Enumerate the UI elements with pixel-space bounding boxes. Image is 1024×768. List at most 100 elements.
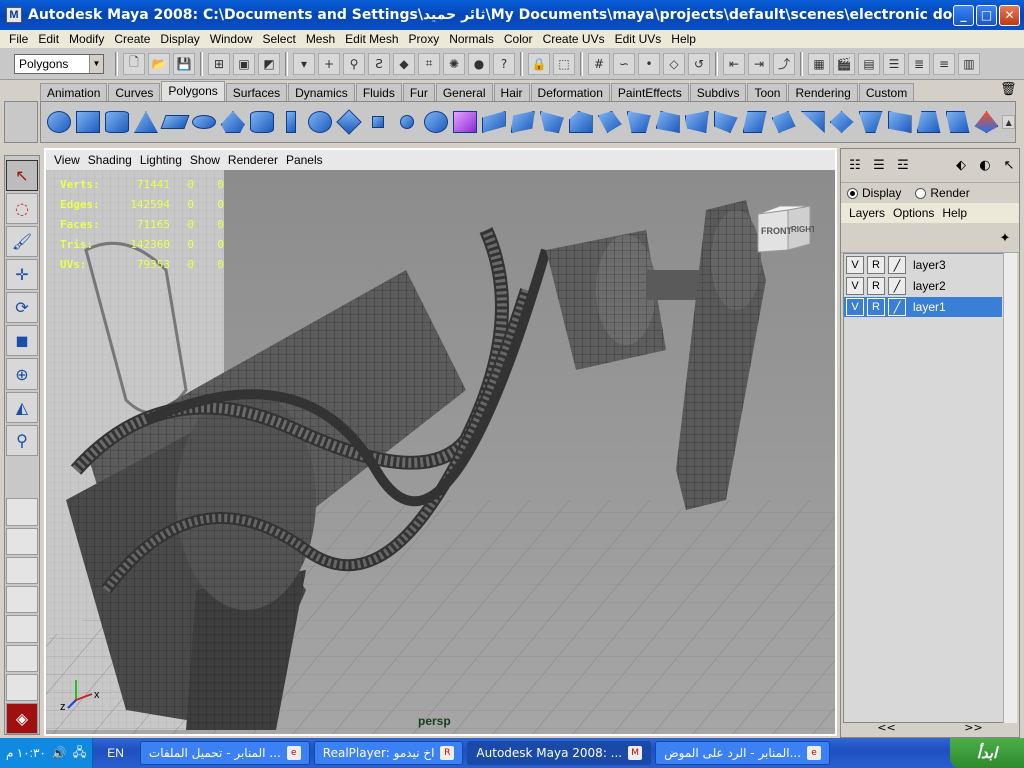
- render-view-icon[interactable]: ▦: [808, 52, 830, 75]
- poly-cylinder-icon[interactable]: [103, 106, 131, 138]
- open-scene-icon[interactable]: 📂: [148, 52, 170, 75]
- snap-view-plane-icon[interactable]: ◇: [663, 52, 685, 75]
- panel-menu-lighting[interactable]: Lighting: [136, 153, 186, 167]
- tab-dynamics[interactable]: Dynamics: [288, 83, 355, 101]
- poly-torus-icon[interactable]: [190, 106, 218, 138]
- maya-app-icon[interactable]: M: [6, 7, 22, 23]
- select-deformers-icon[interactable]: ⌗: [418, 52, 440, 75]
- select-curves-icon[interactable]: Ƨ: [368, 52, 390, 75]
- next-layers-button[interactable]: >>: [964, 721, 982, 735]
- arrow-tool-icon[interactable]: ↖: [999, 156, 1019, 176]
- view-cube[interactable]: FRONT RIGHT: [754, 200, 814, 260]
- lock-selection-icon[interactable]: 🔒: [528, 52, 550, 75]
- select-hierarchy-icon[interactable]: ⊞: [208, 52, 230, 75]
- hypershade-layout-icon[interactable]: [6, 615, 38, 643]
- select-joints-icon[interactable]: ⚲: [343, 52, 365, 75]
- construction-history-icon[interactable]: ⤴: [773, 52, 795, 75]
- start-button[interactable]: ابدأ: [950, 738, 1024, 768]
- tab-rendering[interactable]: Rendering: [788, 83, 858, 101]
- select-object-icon[interactable]: ▣: [233, 52, 255, 75]
- menu-mesh[interactable]: Mesh: [301, 32, 340, 46]
- layer-visibility-toggle[interactable]: V: [846, 256, 864, 274]
- wedge-face-icon[interactable]: [799, 106, 827, 138]
- bridge-icon[interactable]: [625, 106, 653, 138]
- layer-visibility-toggle[interactable]: V: [846, 298, 864, 316]
- poly-pipe-icon[interactable]: [248, 106, 276, 138]
- input-ops-icon[interactable]: ⇤: [723, 52, 745, 75]
- four-view-layout-icon[interactable]: [6, 527, 38, 555]
- poke-face-icon[interactable]: [828, 106, 856, 138]
- move-tool-icon[interactable]: ✛: [6, 259, 38, 291]
- select-handles-icon[interactable]: +: [318, 52, 340, 75]
- volume-icon[interactable]: 🔊: [52, 746, 67, 760]
- tab-animation[interactable]: Animation: [40, 83, 108, 101]
- shelf-menu-area[interactable]: [4, 101, 38, 143]
- separate-icon[interactable]: [393, 106, 421, 138]
- channel-layer-toggle-icon[interactable]: ☲: [893, 156, 913, 176]
- trash-icon[interactable]: 🗑: [1000, 82, 1017, 98]
- perspective-viewport[interactable]: View Shading Lighting Show Renderer Pane…: [44, 148, 837, 736]
- snap-grid-icon[interactable]: #: [588, 52, 610, 75]
- layer-list-scrollbar[interactable]: [1003, 253, 1017, 723]
- scale-tool-icon[interactable]: ◼: [6, 325, 38, 357]
- display-layer-icon[interactable]: ⬖: [951, 156, 971, 176]
- layer-row-layer3[interactable]: V R ╱ layer3: [844, 255, 1002, 275]
- append-polygon-icon[interactable]: [654, 106, 682, 138]
- close-button[interactable]: ✕: [999, 4, 1020, 26]
- layer-visibility-toggle[interactable]: V: [846, 277, 864, 295]
- taskbar-task-reply[interactable]: المنابر - الرد على الموض... e: [655, 741, 831, 765]
- make-live-icon[interactable]: ↺: [688, 52, 710, 75]
- menu-normals[interactable]: Normals: [444, 32, 499, 46]
- menu-help[interactable]: Help: [666, 32, 701, 46]
- render-layer-icon[interactable]: ◐: [975, 156, 995, 176]
- soft-modification-tool-icon[interactable]: ◭: [6, 391, 38, 423]
- menu-create-uvs[interactable]: Create UVs: [538, 32, 610, 46]
- poly-plane-icon[interactable]: [160, 106, 190, 138]
- menu-set-dropdown[interactable]: Polygons ▼: [14, 53, 104, 74]
- fill-hole-icon[interactable]: [683, 106, 711, 138]
- bevel-icon[interactable]: [915, 106, 943, 138]
- poly-cube-icon[interactable]: [74, 106, 102, 138]
- display-radio[interactable]: Display: [847, 186, 901, 200]
- menu-window[interactable]: Window: [205, 32, 258, 46]
- channel-box-toggle-icon[interactable]: ☷: [845, 156, 865, 176]
- poly-prism-icon[interactable]: [219, 106, 247, 138]
- layer-menu-help[interactable]: Help: [938, 206, 971, 220]
- menu-select[interactable]: Select: [257, 32, 300, 46]
- select-surfaces-icon[interactable]: ◆: [393, 52, 415, 75]
- poly-cone-icon[interactable]: [132, 106, 160, 138]
- maximize-button[interactable]: □: [976, 4, 997, 26]
- lasso-tool-icon[interactable]: ◌: [6, 193, 38, 225]
- boolean-union-icon[interactable]: [422, 106, 450, 138]
- extrude-edge-icon[interactable]: [596, 106, 624, 138]
- layer-display-type-toggle[interactable]: R: [867, 256, 885, 274]
- snap-curve-icon[interactable]: ∽: [613, 52, 635, 75]
- layer-color-swatch[interactable]: ╱: [888, 298, 906, 316]
- tab-custom[interactable]: Custom: [858, 83, 915, 101]
- layer-editor-toggle-icon[interactable]: ☰: [869, 156, 889, 176]
- poly-soccer-ball-icon[interactable]: [306, 106, 334, 138]
- menu-edit-mesh[interactable]: Edit Mesh: [340, 32, 403, 46]
- merge-edges-icon[interactable]: [741, 106, 769, 138]
- single-perspective-layout-icon[interactable]: [6, 498, 38, 526]
- collapse-icon[interactable]: [770, 106, 798, 138]
- extrude-face-icon[interactable]: [567, 106, 595, 138]
- select-dynamics-icon[interactable]: ✺: [443, 52, 465, 75]
- taskbar-clock[interactable]: ١٠:٣٠ م: [6, 746, 46, 760]
- poly-helix-icon[interactable]: [277, 106, 305, 138]
- menu-create[interactable]: Create: [109, 32, 155, 46]
- language-indicator[interactable]: EN: [93, 746, 138, 760]
- select-misc-icon[interactable]: ?: [493, 52, 515, 75]
- persp-outliner-layout-icon[interactable]: [6, 556, 38, 585]
- boolean-intersection-icon[interactable]: [480, 106, 508, 138]
- taskbar-task-maya[interactable]: Autodesk Maya 2008: ... M: [467, 741, 652, 765]
- paint-select-tool-icon[interactable]: 🖌: [6, 226, 38, 258]
- layer-row-layer2[interactable]: V R ╱ layer2: [844, 276, 1002, 296]
- tool-settings-icon[interactable]: ≡: [933, 52, 955, 75]
- panel-menu-show[interactable]: Show: [186, 153, 224, 167]
- cut-faces-icon[interactable]: [944, 106, 972, 138]
- network-icon[interactable]: 🖧: [73, 743, 86, 764]
- tab-surfaces[interactable]: Surfaces: [225, 83, 288, 101]
- poly-sphere-icon[interactable]: [45, 106, 73, 138]
- layer-row-layer1[interactable]: V R ╱ layer1: [844, 297, 1002, 317]
